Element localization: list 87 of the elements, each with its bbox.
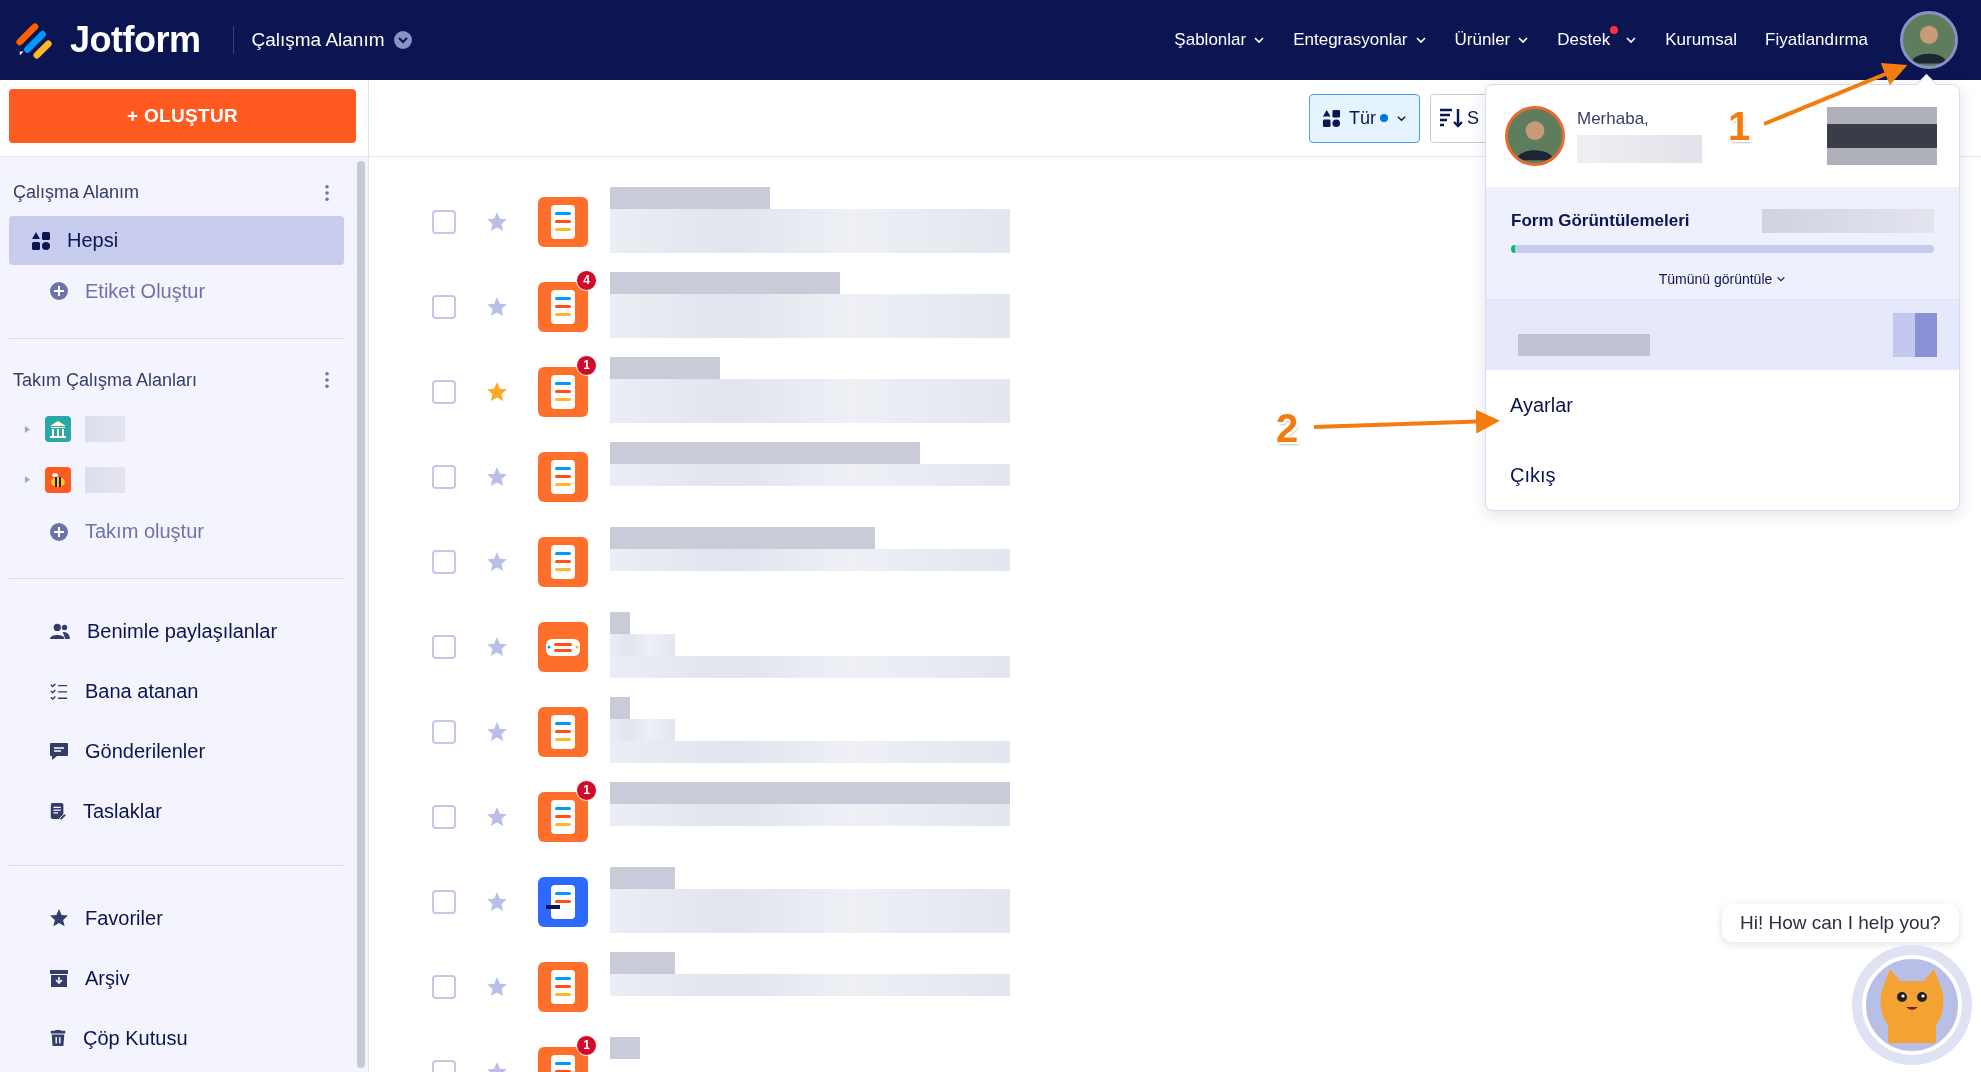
document-icon[interactable] [538, 876, 588, 927]
checkbox[interactable] [432, 889, 456, 914]
star-icon[interactable] [486, 210, 508, 233]
checkbox[interactable] [432, 974, 456, 999]
message-icon [49, 741, 69, 761]
people-icon [49, 622, 71, 640]
bee-icon[interactable] [45, 466, 71, 493]
checkbox[interactable] [432, 804, 456, 829]
sidebar-item[interactable]: Gönderilenler [9, 721, 344, 781]
more-icon[interactable] [324, 371, 330, 390]
blurred-form-details [610, 1037, 640, 1059]
star-icon[interactable] [486, 890, 508, 913]
star-icon[interactable] [486, 550, 508, 573]
trash-icon [49, 1028, 67, 1048]
star-icon[interactable] [486, 975, 508, 998]
sidebar-item[interactable]: Etiket Oluştur [9, 264, 344, 318]
notification-badge: 4 [576, 269, 597, 291]
grid-icon [1322, 108, 1341, 128]
checklist-icon [49, 682, 69, 700]
usage-label: Form Görüntülemeleri [1511, 211, 1690, 231]
form-icon[interactable] [538, 961, 588, 1012]
create-team-link[interactable]: Takım oluştur [9, 505, 344, 558]
blurred-name [85, 466, 125, 493]
logo-icon[interactable] [16, 21, 54, 59]
annotation-number: 2 [1276, 406, 1299, 451]
workspace-switcher[interactable]: Çalışma Alanım [251, 29, 413, 51]
nav-link[interactable]: Şablonlar [1174, 30, 1266, 50]
checkbox[interactable] [432, 379, 456, 404]
plus-circle-icon [49, 281, 69, 302]
card-form-icon[interactable] [538, 621, 588, 672]
sidebar-item[interactable]: Benimle paylaşılanlar [9, 601, 344, 661]
blurred-name [85, 416, 125, 443]
checkbox[interactable] [432, 464, 456, 489]
nav-link[interactable]: Entegrasyonlar [1293, 30, 1427, 50]
notification-badge: 1 [576, 779, 597, 801]
annotation-number: 1 [1728, 104, 1751, 149]
sidebar-item[interactable]: Arşiv [9, 948, 344, 1008]
sidebar-item[interactable]: Bana atanan [9, 661, 344, 721]
checkbox[interactable] [432, 719, 456, 744]
checkbox[interactable] [432, 209, 456, 234]
view-all-link[interactable]: Tümünü görüntüle [1658, 271, 1787, 287]
sidebar-item[interactable]: Taslaklar [9, 781, 344, 841]
nav-link[interactable]: Ürünler [1454, 30, 1530, 50]
form-icon[interactable] [538, 451, 588, 502]
star-icon [49, 908, 69, 928]
expand-caret-icon[interactable] [24, 424, 31, 434]
section-title: Takım Çalışma Alanları [13, 369, 198, 391]
star-icon[interactable] [486, 380, 508, 403]
sidebar-item[interactable]: Hepsi [9, 216, 344, 265]
scrollbar[interactable] [357, 161, 365, 1068]
sort-icon [1439, 107, 1463, 129]
checkbox[interactable] [432, 634, 456, 659]
star-icon[interactable] [486, 720, 508, 743]
document-edit-icon [49, 801, 67, 821]
star-icon[interactable] [486, 635, 508, 658]
plus-circle-icon [49, 521, 69, 542]
checkbox[interactable] [432, 549, 456, 574]
form-icon[interactable] [538, 536, 588, 587]
nav-link[interactable]: Destek [1557, 30, 1638, 50]
sidebar-item[interactable]: Çöp Kutusu [9, 1008, 344, 1068]
menu-item[interactable]: Ayarlar [1486, 370, 1959, 440]
grid-icon [31, 230, 51, 251]
menu-item[interactable]: Çıkış [1486, 440, 1959, 510]
form-icon[interactable] [538, 706, 588, 757]
form-icon[interactable] [538, 196, 588, 247]
nav-link[interactable]: Fiyatlandırma [1765, 30, 1868, 50]
chat-bubble: Hi! How can I help you? [1722, 904, 1959, 942]
notification-badge: 1 [576, 354, 597, 376]
chevron-down-icon [1776, 274, 1787, 284]
logo-text[interactable]: Jotform [70, 19, 201, 61]
expand-caret-icon[interactable] [24, 475, 31, 485]
chevron-circle-icon [392, 30, 413, 50]
greeting-text: Merhaba, [1577, 109, 1649, 129]
nav-link[interactable]: Kurumsal [1665, 30, 1737, 50]
sidebar-item[interactable]: Favoriler [9, 888, 344, 948]
museum-icon[interactable] [45, 416, 71, 443]
more-icon[interactable] [324, 183, 330, 202]
star-icon[interactable] [486, 805, 508, 828]
star-icon[interactable] [486, 295, 508, 318]
type-filter-button[interactable]: Tür [1309, 93, 1420, 143]
archive-icon [49, 968, 69, 988]
notification-badge: 1 [576, 1034, 597, 1056]
section-title: Çalışma Alanım [13, 182, 140, 203]
checkbox[interactable] [432, 294, 456, 319]
avatar[interactable] [1900, 11, 1958, 69]
star-icon[interactable] [486, 465, 508, 488]
avatar [1505, 106, 1565, 166]
